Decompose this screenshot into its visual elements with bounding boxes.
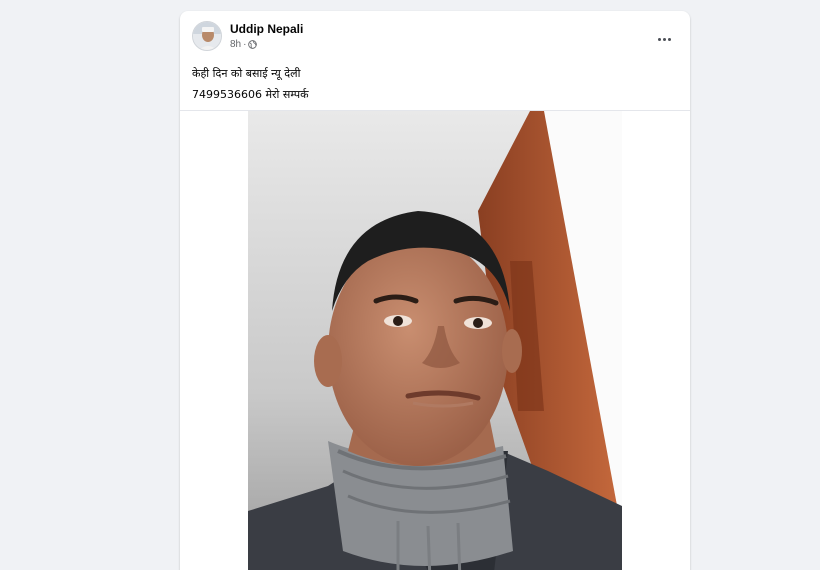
selfie-photo bbox=[248, 111, 622, 570]
avatar-image bbox=[193, 22, 221, 50]
post-header: Uddip Nepali 8h · bbox=[192, 21, 678, 53]
globe-icon[interactable] bbox=[248, 40, 258, 49]
post-text-line: 7499536606 मेरो सम्पर्क bbox=[192, 88, 309, 101]
author-avatar[interactable] bbox=[192, 21, 222, 51]
post-text-line: केही दिन को बसाई न्यू देली bbox=[192, 67, 301, 80]
post-card: Uddip Nepali 8h · केही दिन को बसाई न्यू … bbox=[180, 11, 690, 570]
meta-separator: · bbox=[243, 39, 247, 50]
post-media bbox=[180, 111, 690, 570]
post-meta: 8h · bbox=[230, 39, 258, 50]
more-options-icon[interactable] bbox=[652, 29, 676, 49]
news-feed: Uddip Nepali 8h · केही दिन को बसाई न्यू … bbox=[0, 0, 820, 570]
author-name[interactable]: Uddip Nepali bbox=[230, 22, 303, 36]
post-text: केही दिन को बसाई न्यू देली 7499536606 मे… bbox=[192, 63, 678, 105]
post-time[interactable]: 8h bbox=[230, 39, 241, 50]
post-photo[interactable] bbox=[248, 111, 622, 570]
